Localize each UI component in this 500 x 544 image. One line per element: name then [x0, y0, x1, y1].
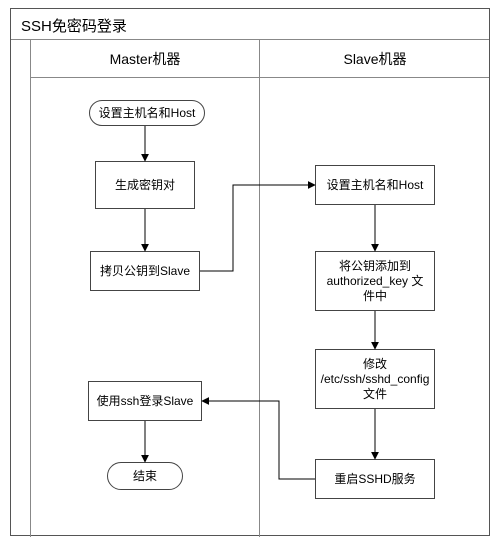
diagram-frame: SSH免密码登录 Master机器 Slave机器 设置主机名和Host 生成密…: [10, 8, 490, 536]
node-restart: 重启SSHD服务: [315, 459, 435, 499]
diagram-title: SSH免密码登录: [21, 15, 127, 36]
column-header-separator: [31, 77, 489, 78]
node-login: 使用ssh登录Slave: [88, 381, 202, 421]
swimlane-stub: [11, 40, 31, 537]
node-sshdconf: 修改 /etc/ssh/sshd_config文件: [315, 349, 435, 409]
swimlane-divider: [259, 40, 260, 537]
node-genkey: 生成密钥对: [95, 161, 195, 209]
node-sethost: 设置主机名和Host: [315, 165, 435, 205]
title-separator: [11, 39, 489, 40]
node-end: 结束: [107, 462, 183, 490]
node-copykey: 拷贝公钥到Slave: [90, 251, 200, 291]
node-start: 设置主机名和Host: [89, 100, 205, 126]
column-header-master: Master机器: [31, 46, 259, 72]
column-header-slave: Slave机器: [261, 46, 489, 72]
node-authkey: 将公钥添加到 authorized_key 文件中: [315, 251, 435, 311]
